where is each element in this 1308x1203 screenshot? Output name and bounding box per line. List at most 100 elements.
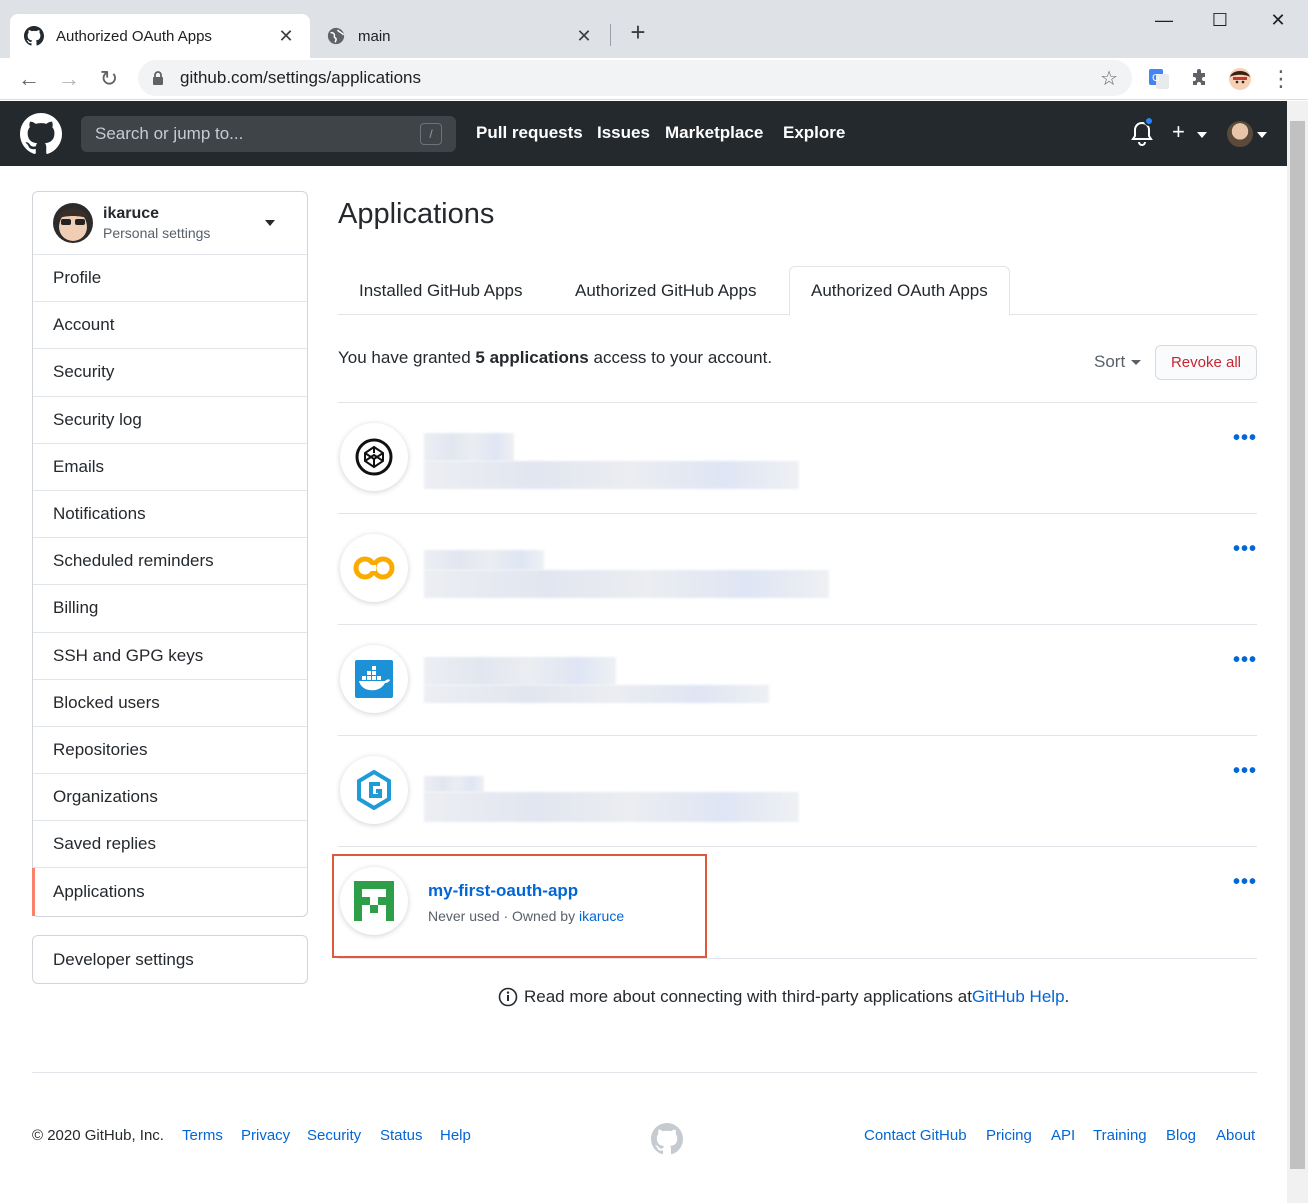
chevron-down-icon[interactable] [265, 220, 275, 226]
gitkraken-icon[interactable] [340, 756, 408, 824]
bookmark-star-icon[interactable]: ☆ [1100, 66, 1118, 91]
page-title: Applications [338, 198, 495, 230]
colab-icon[interactable] [340, 534, 408, 602]
footer-link-api[interactable]: API [1051, 1127, 1075, 1144]
footer-link-blog[interactable]: Blog [1166, 1127, 1196, 1144]
footer-link-status[interactable]: Status [380, 1127, 423, 1144]
revoke-all-button[interactable]: Revoke all [1155, 345, 1257, 380]
footer-link-pricing[interactable]: Pricing [986, 1127, 1032, 1144]
sort-label: Sort [1094, 352, 1126, 371]
sidebar-item-applications[interactable]: Applications [32, 868, 307, 916]
browser-toolbar: ← → ↻ github.com/settings/applications ☆… [0, 58, 1308, 100]
footer-link-terms[interactable]: Terms [182, 1127, 223, 1144]
tab-authorized-github-apps[interactable]: Authorized GitHub Apps [554, 266, 777, 315]
create-new-icon[interactable]: + [1172, 119, 1185, 145]
info-icon [498, 987, 518, 1007]
info-suffix: . [1064, 987, 1070, 1006]
search-input[interactable]: Search or jump to... / [81, 116, 456, 152]
lock-icon [152, 70, 166, 86]
chevron-down-icon[interactable] [1257, 132, 1267, 138]
redacted-app-meta [424, 685, 769, 703]
granted-summary: You have granted 5 applications access t… [338, 348, 772, 368]
sidebar-item-scheduled-reminders[interactable]: Scheduled reminders [33, 538, 307, 586]
footer-link-about[interactable]: About [1216, 1127, 1255, 1144]
highlight-annotation-box [332, 854, 707, 958]
github-logo-icon[interactable] [651, 1123, 683, 1155]
sort-dropdown[interactable]: Sort [1094, 352, 1142, 372]
redacted-app-name [424, 776, 484, 792]
close-tab-icon[interactable]: ✕ [574, 26, 594, 47]
sidebar-item-account[interactable]: Account [33, 302, 307, 350]
back-button[interactable]: ← [14, 64, 44, 94]
list-item: ••• [338, 513, 1257, 624]
sidebar-item-emails[interactable]: Emails [33, 444, 307, 491]
profile-avatar-icon[interactable] [1227, 66, 1253, 92]
reload-button[interactable]: ↻ [94, 64, 124, 94]
redacted-app-name [424, 550, 544, 570]
sidebar-username: ikaruce [103, 205, 160, 222]
redacted-app-meta [424, 570, 829, 598]
applications-tabnav: Installed GitHub Apps Authorized GitHub … [338, 266, 1257, 316]
more-options-button[interactable]: ••• [1233, 760, 1257, 783]
granted-count: 5 applications [475, 348, 589, 367]
github-logo-icon[interactable] [20, 113, 62, 155]
more-options-button[interactable]: ••• [1233, 871, 1257, 894]
settings-sidebar: ikaruce Personal settings Profile Accoun… [32, 191, 308, 917]
sidebar-item-ssh-gpg-keys[interactable]: SSH and GPG keys [33, 633, 307, 680]
url-text: github.com/settings/applications [180, 68, 421, 87]
sidebar-item-notifications[interactable]: Notifications [33, 491, 307, 539]
codepen-icon[interactable] [340, 423, 408, 491]
browser-tab-active[interactable]: Authorized OAuth Apps ✕ [10, 14, 310, 58]
account-switcher[interactable]: ikaruce Personal settings [33, 192, 307, 255]
footer-link-security[interactable]: Security [307, 1127, 361, 1144]
footer-link-help[interactable]: Help [440, 1127, 471, 1144]
footer-link-privacy[interactable]: Privacy [241, 1127, 290, 1144]
chevron-down-icon[interactable] [1197, 132, 1207, 138]
github-icon [24, 26, 44, 46]
tab-separator [610, 24, 611, 46]
sidebar-item-security[interactable]: Security [33, 349, 307, 397]
more-options-button[interactable]: ••• [1233, 649, 1257, 672]
minimize-button[interactable]: — [1152, 8, 1176, 32]
sidebar-item-blocked-users[interactable]: Blocked users [33, 680, 307, 727]
github-help-link[interactable]: GitHub Help [972, 987, 1065, 1007]
sidebar-item-profile[interactable]: Profile [33, 255, 307, 303]
sidebar-item-developer-settings[interactable]: Developer settings [32, 935, 308, 984]
page-scrollbar[interactable] [1287, 101, 1308, 1203]
tab-authorized-oauth-apps[interactable]: Authorized OAuth Apps [789, 266, 1010, 316]
new-tab-button[interactable]: + [624, 18, 652, 46]
docker-icon[interactable] [340, 645, 408, 713]
sidebar-item-billing[interactable]: Billing [33, 585, 307, 633]
address-bar[interactable]: github.com/settings/applications ☆ [138, 60, 1132, 96]
tab-installed-github-apps[interactable]: Installed GitHub Apps [338, 266, 543, 315]
granted-suffix: access to your account. [588, 348, 773, 367]
nav-marketplace[interactable]: Marketplace [665, 123, 763, 143]
nav-pull-requests[interactable]: Pull requests [476, 123, 583, 143]
github-header: Search or jump to... / Pull requests Iss… [0, 101, 1287, 166]
translate-extension-icon[interactable]: G [1146, 66, 1172, 92]
nav-issues[interactable]: Issues [597, 123, 650, 143]
sidebar-item-security-log[interactable]: Security log [33, 397, 307, 444]
list-item: ••• [338, 735, 1257, 846]
redacted-app-meta [424, 461, 799, 489]
globe-icon [326, 26, 346, 46]
sidebar-item-organizations[interactable]: Organizations [33, 774, 307, 822]
more-options-button[interactable]: ••• [1233, 538, 1257, 561]
more-options-button[interactable]: ••• [1233, 427, 1257, 450]
footer-link-contact[interactable]: Contact GitHub [864, 1127, 967, 1144]
close-tab-icon[interactable]: ✕ [276, 26, 296, 47]
forward-button[interactable]: → [54, 64, 84, 94]
footer-link-training[interactable]: Training [1093, 1127, 1147, 1144]
extensions-puzzle-icon[interactable] [1186, 66, 1212, 92]
close-window-button[interactable]: ✕ [1266, 8, 1290, 32]
browser-menu-icon[interactable]: ⋮ [1266, 64, 1296, 94]
scrollbar-thumb[interactable] [1290, 121, 1305, 1169]
browser-tab-main[interactable]: main ✕ [312, 14, 608, 58]
sidebar-item-repositories[interactable]: Repositories [33, 727, 307, 775]
sidebar-item-saved-replies[interactable]: Saved replies [33, 821, 307, 869]
nav-explore[interactable]: Explore [783, 123, 845, 143]
maximize-button[interactable]: ☐ [1208, 8, 1232, 32]
info-text: Read more about connecting with third-pa… [524, 987, 972, 1006]
user-avatar[interactable] [1227, 121, 1253, 147]
tab-title: Authorized OAuth Apps [56, 27, 212, 45]
